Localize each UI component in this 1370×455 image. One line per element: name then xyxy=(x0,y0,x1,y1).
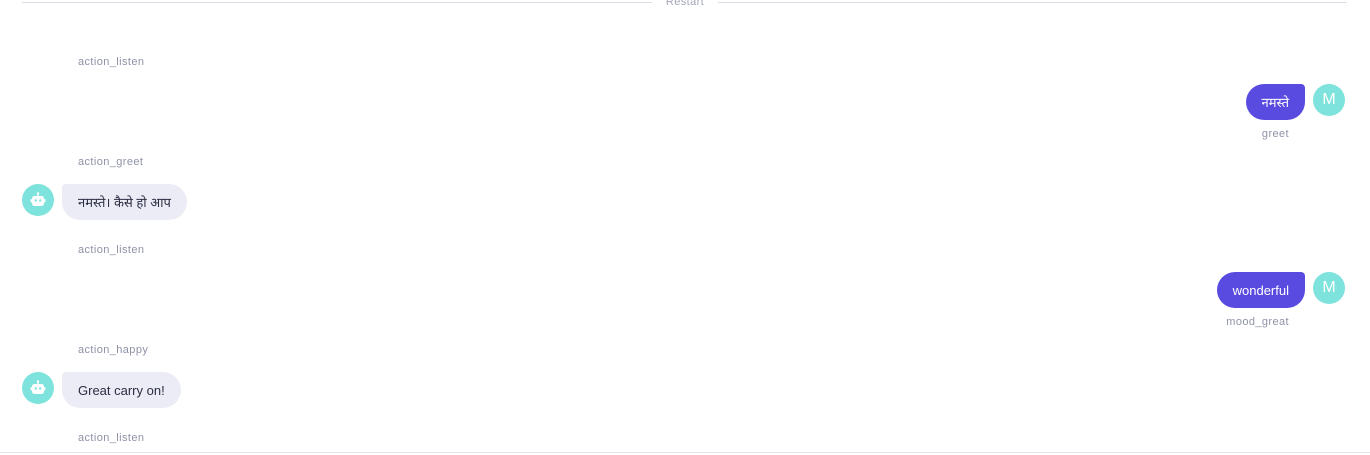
user-message-bubble: नमस्ते xyxy=(1245,84,1305,120)
bot-message-text: नमस्ते। कैसे हो आप xyxy=(78,195,171,210)
robot-icon xyxy=(30,192,46,206)
action-label: action_greet xyxy=(78,156,144,168)
action-label: action_listen xyxy=(78,432,145,444)
user-message-bubble: wonderful xyxy=(1216,272,1305,308)
robot-icon xyxy=(30,380,46,394)
user-avatar-initial: M xyxy=(1322,91,1336,108)
action-label: action_happy xyxy=(78,344,149,356)
bot-avatar xyxy=(22,372,54,404)
bot-avatar xyxy=(22,184,54,216)
user-avatar: M xyxy=(1313,84,1345,116)
user-message-text: wonderful xyxy=(1232,282,1289,298)
user-avatar-initial: M xyxy=(1322,279,1336,296)
restart-marker: Restart xyxy=(665,0,705,8)
restart-divider-left xyxy=(22,2,652,3)
restart-divider-right xyxy=(718,2,1347,3)
intent-label: greet xyxy=(1261,128,1289,140)
user-message-text: नमस्ते xyxy=(1261,95,1289,110)
chat-input-divider xyxy=(0,452,1370,453)
action-label: action_listen xyxy=(78,244,145,256)
action-label: action_listen xyxy=(78,56,145,68)
user-avatar: M xyxy=(1313,272,1345,304)
bot-message-bubble: नमस्ते। कैसे हो आप xyxy=(62,184,187,220)
bot-message-text: Great carry on! xyxy=(78,382,165,398)
intent-label: mood_great xyxy=(1226,316,1289,328)
bot-message-bubble: Great carry on! xyxy=(62,372,181,408)
